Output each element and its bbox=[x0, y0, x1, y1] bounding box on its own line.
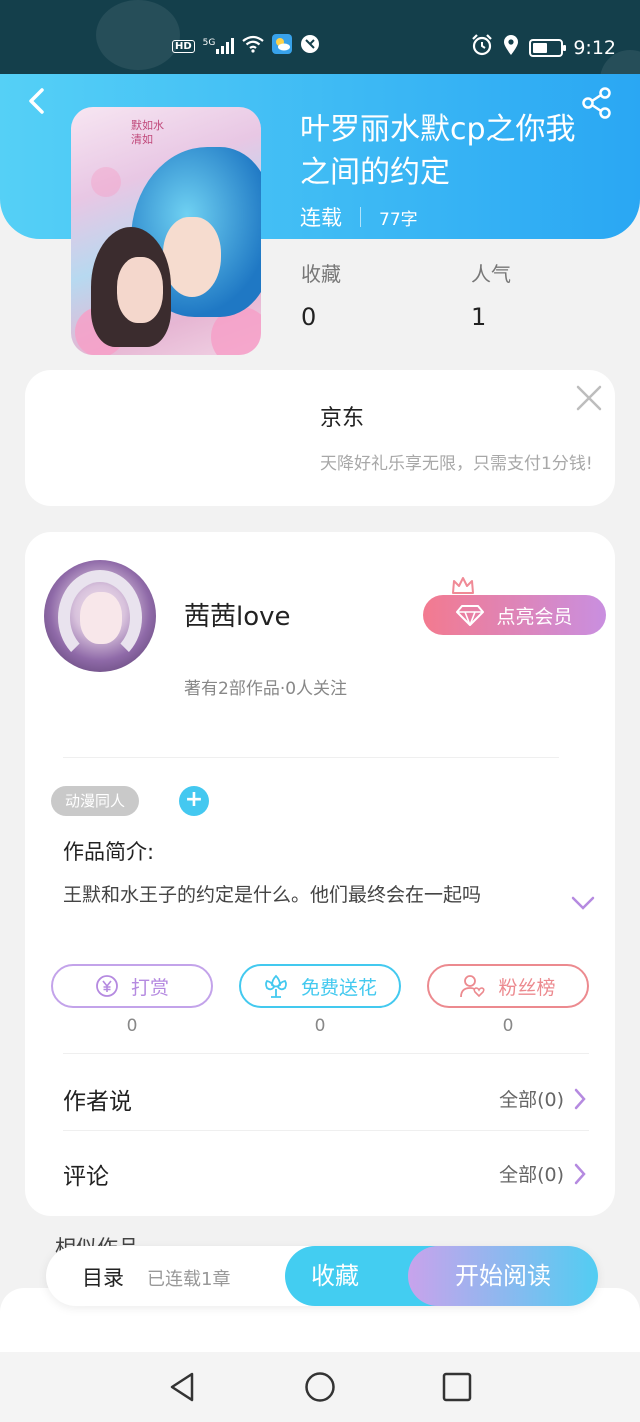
comments-label: 评论 bbox=[63, 1164, 109, 1190]
author-avatar[interactable] bbox=[44, 560, 156, 672]
serial-status: 连载 bbox=[300, 206, 342, 230]
divider bbox=[360, 207, 361, 227]
clock: 9:12 bbox=[573, 36, 616, 59]
stat-label: 收藏 bbox=[301, 262, 341, 286]
alarm-icon bbox=[471, 34, 493, 61]
chevron-left-icon bbox=[29, 88, 44, 114]
word-count: 77字 bbox=[379, 209, 418, 230]
send-flower-button[interactable]: 免费送花 bbox=[239, 964, 401, 1008]
author-notes-all[interactable]: 全部(0) bbox=[499, 1085, 586, 1112]
comments-count: 全部(0) bbox=[499, 1164, 564, 1186]
ad-close-button[interactable] bbox=[575, 384, 603, 412]
stat-popularity: 人气 1 bbox=[471, 258, 511, 331]
send-flower-label: 免费送花 bbox=[300, 976, 377, 999]
stat-value: 1 bbox=[471, 303, 487, 331]
diamond-icon bbox=[456, 605, 485, 626]
flower-count: 0 bbox=[314, 1016, 326, 1036]
network-type: 5G bbox=[202, 38, 216, 48]
stat-label: 人气 bbox=[471, 262, 511, 286]
genre-tag[interactable]: 动漫同人 bbox=[51, 786, 140, 816]
ad-brand: 京东 bbox=[320, 406, 365, 431]
battery-icon bbox=[529, 38, 567, 57]
book-status-row: 连载 77字 bbox=[300, 202, 418, 232]
author-notes-count: 全部(0) bbox=[499, 1089, 564, 1111]
wifi-icon bbox=[242, 35, 265, 57]
intro-text: 王默和水王子的约定是什么。他们最终会在一起吗 bbox=[63, 884, 482, 906]
chevron-down-icon bbox=[571, 896, 595, 910]
book-cover[interactable]: 默如水 清如 bbox=[71, 107, 261, 355]
signal-icon: 5G bbox=[203, 38, 235, 54]
catalog-button[interactable]: 目录 bbox=[82, 1262, 124, 1292]
divider bbox=[63, 1130, 589, 1131]
nav-home-button[interactable] bbox=[303, 1370, 337, 1404]
bottom-action-bar: 目录 已连载1章 收藏 开始阅读 bbox=[46, 1246, 598, 1306]
divider bbox=[63, 1053, 589, 1054]
chevron-right-icon bbox=[574, 1088, 586, 1109]
reward-count: 0 bbox=[126, 1016, 138, 1036]
comments-all[interactable]: 全部(0) bbox=[499, 1160, 586, 1187]
intro-label: 作品简介: bbox=[63, 840, 155, 864]
book-title: 叶罗丽水默cp之你我之间的约定 bbox=[300, 112, 576, 190]
ad-banner[interactable]: 京东 天降好礼乐享无限，只需支付1分钱! bbox=[25, 370, 615, 506]
vip-label: 点亮会员 bbox=[496, 605, 573, 628]
ad-description: 天降好礼乐享无限，只需支付1分钱! bbox=[320, 454, 593, 474]
author-meta: 著有2部作品·0人关注 bbox=[184, 679, 348, 699]
triangle-back-icon bbox=[170, 1372, 194, 1402]
circle-home-icon bbox=[305, 1372, 335, 1402]
cover-title-text: 默如水 清如 bbox=[131, 119, 164, 146]
author-notes-label: 作者说 bbox=[63, 1089, 132, 1115]
fan-ranking-label: 粉丝榜 bbox=[498, 976, 556, 999]
crown-icon bbox=[451, 576, 475, 596]
divider bbox=[63, 757, 559, 758]
stat-collections: 收藏 0 bbox=[301, 258, 341, 331]
start-reading-button[interactable]: 开始阅读 bbox=[408, 1246, 598, 1306]
expand-intro-button[interactable] bbox=[570, 894, 596, 912]
fan-count: 0 bbox=[502, 1016, 514, 1036]
status-icons-left: HD 5G bbox=[172, 34, 320, 58]
hd-icon: HD bbox=[172, 39, 195, 53]
nav-recents-button[interactable] bbox=[440, 1370, 474, 1404]
close-icon bbox=[576, 385, 602, 411]
status-bar: HD 5G 9:12 bbox=[0, 0, 640, 110]
square-recents-icon bbox=[442, 1372, 472, 1402]
back-button[interactable] bbox=[22, 86, 52, 116]
app-notification-icon bbox=[300, 34, 320, 58]
weather-icon bbox=[272, 34, 293, 58]
yen-coin-icon bbox=[96, 975, 118, 997]
flower-icon bbox=[265, 974, 287, 998]
status-icons-right: 9:12 bbox=[471, 34, 616, 61]
reward-button[interactable]: 打赏 bbox=[51, 964, 213, 1008]
chapter-count: 已连载1章 bbox=[147, 1269, 231, 1290]
add-tag-button[interactable]: + bbox=[179, 786, 209, 816]
chevron-right-icon bbox=[574, 1163, 586, 1184]
nav-back-button[interactable] bbox=[166, 1370, 200, 1404]
system-nav-bar bbox=[0, 1352, 640, 1422]
vip-button[interactable]: 点亮会员 bbox=[423, 595, 606, 635]
stat-value: 0 bbox=[301, 303, 317, 331]
author-name[interactable]: 茜茜love bbox=[184, 596, 291, 633]
fan-heart-icon bbox=[460, 975, 486, 998]
location-icon bbox=[503, 34, 519, 61]
fan-ranking-button[interactable]: 粉丝榜 bbox=[427, 964, 589, 1008]
reward-label: 打赏 bbox=[130, 976, 169, 999]
